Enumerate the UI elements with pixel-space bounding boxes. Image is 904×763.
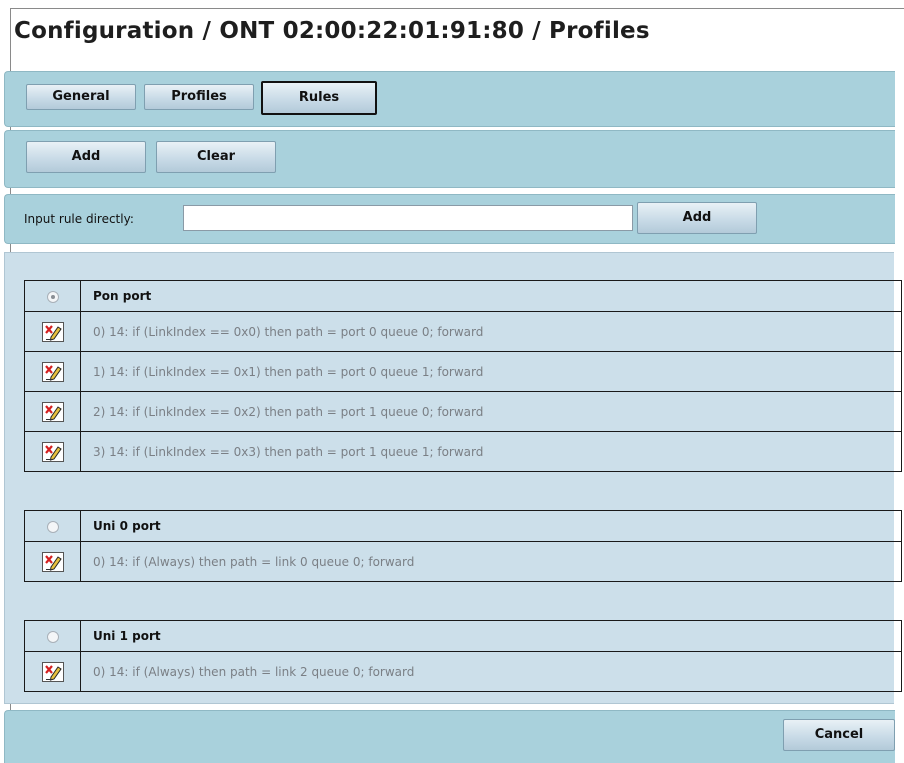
pon-port-table: Pon port 0) 14: if (LinkIndex == 0x0) th…	[24, 280, 902, 472]
pon-port-radio[interactable]	[46, 290, 59, 303]
edit-rule-icon[interactable]	[42, 442, 64, 462]
tab-profiles[interactable]: Profiles	[144, 84, 254, 110]
cancel-button[interactable]: Cancel	[783, 719, 895, 751]
edit-cell[interactable]	[24, 651, 81, 692]
rule-text: 3) 14: if (LinkIndex == 0x3) then path =…	[80, 431, 902, 472]
rule-text: 2) 14: if (LinkIndex == 0x2) then path =…	[80, 391, 902, 432]
port-header-row: Uni 1 port	[24, 620, 902, 652]
table-row: 3) 14: if (LinkIndex == 0x3) then path =…	[24, 431, 902, 472]
port-header-row: Uni 0 port	[24, 510, 902, 542]
edit-rule-icon[interactable]	[42, 322, 64, 342]
uni0-port-radio-cell[interactable]	[24, 510, 81, 542]
uni1-port-radio[interactable]	[46, 630, 59, 643]
edit-cell[interactable]	[24, 311, 81, 352]
port-header-row: Pon port	[24, 280, 902, 312]
uni0-port-table: Uni 0 port 0) 14: if (Always) then path …	[24, 510, 902, 582]
port-name: Uni 1 port	[80, 620, 902, 652]
edit-rule-icon[interactable]	[42, 552, 64, 572]
uni1-port-table: Uni 1 port 0) 14: if (Always) then path …	[24, 620, 902, 692]
port-name: Pon port	[80, 280, 902, 312]
rule-text: 0) 14: if (LinkIndex == 0x0) then path =…	[80, 311, 902, 352]
direct-add-button[interactable]: Add	[637, 202, 757, 234]
edit-cell[interactable]	[24, 431, 81, 472]
add-button[interactable]: Add	[26, 141, 146, 173]
rule-text: 0) 14: if (Always) then path = link 2 qu…	[80, 651, 902, 692]
direct-rule-input[interactable]	[183, 205, 633, 231]
direct-input-label: Input rule directly:	[24, 212, 134, 226]
uni1-port-radio-cell[interactable]	[24, 620, 81, 652]
rule-text: 1) 14: if (LinkIndex == 0x1) then path =…	[80, 351, 902, 392]
table-row: 0) 14: if (LinkIndex == 0x0) then path =…	[24, 311, 902, 352]
clear-button[interactable]: Clear	[156, 141, 276, 173]
edit-rule-icon[interactable]	[42, 662, 64, 682]
table-row: 1) 14: if (LinkIndex == 0x1) then path =…	[24, 351, 902, 392]
table-row: 0) 14: if (Always) then path = link 2 qu…	[24, 651, 902, 692]
page-title: Configuration / ONT 02:00:22:01:91:80 / …	[14, 18, 650, 44]
port-name: Uni 0 port	[80, 510, 902, 542]
edit-cell[interactable]	[24, 541, 81, 582]
pon-port-radio-cell[interactable]	[24, 280, 81, 312]
edit-rule-icon[interactable]	[42, 402, 64, 422]
edit-cell[interactable]	[24, 351, 81, 392]
rule-text: 0) 14: if (Always) then path = link 0 qu…	[80, 541, 902, 582]
table-row: 2) 14: if (LinkIndex == 0x2) then path =…	[24, 391, 902, 432]
edit-rule-icon[interactable]	[42, 362, 64, 382]
uni0-port-radio[interactable]	[46, 520, 59, 533]
tab-general[interactable]: General	[26, 84, 136, 110]
tab-rules[interactable]: Rules	[261, 81, 377, 115]
table-row: 0) 14: if (Always) then path = link 0 qu…	[24, 541, 902, 582]
edit-cell[interactable]	[24, 391, 81, 432]
footer-bar	[4, 710, 895, 763]
tabs-bar	[4, 71, 895, 127]
